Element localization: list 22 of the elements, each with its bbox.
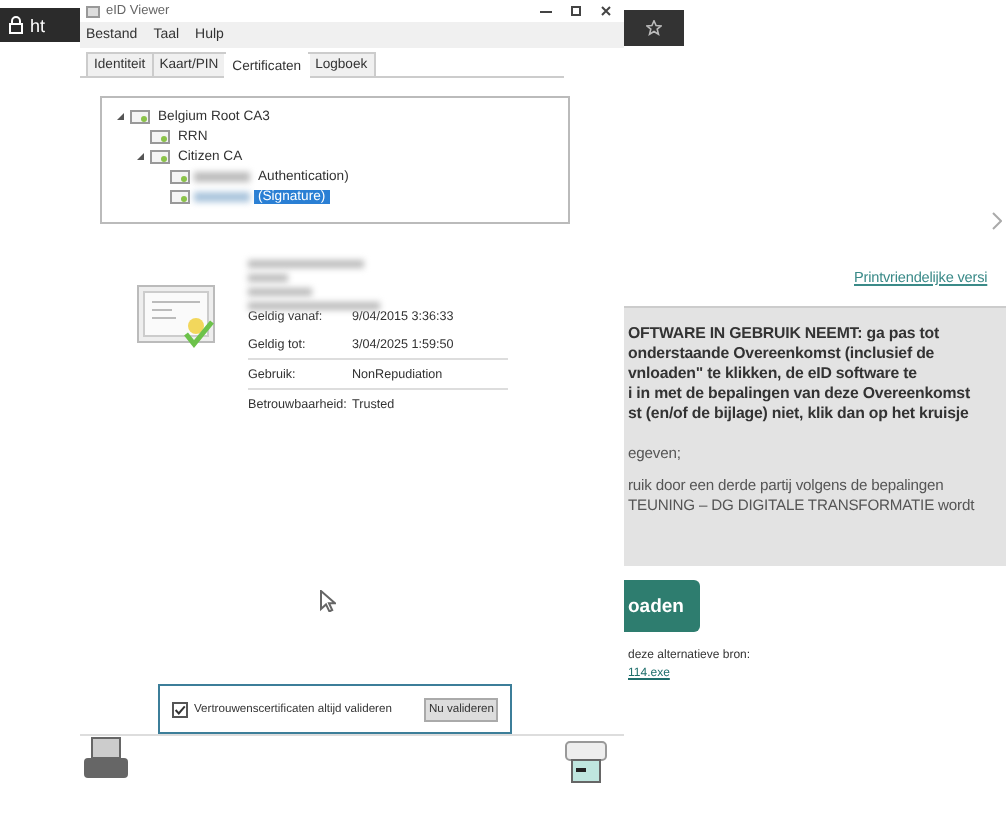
printer-icon[interactable] (560, 736, 612, 784)
printer-icon[interactable] (80, 736, 132, 784)
mouse-pointer-icon (320, 590, 336, 612)
bookmark-button[interactable] (624, 10, 684, 46)
certificate-icon (150, 129, 170, 143)
expanded-arrow-icon[interactable] (114, 110, 126, 122)
address-text: ht (30, 15, 46, 35)
redacted-name (194, 171, 250, 181)
star-icon (646, 20, 662, 36)
app-icon (86, 5, 100, 17)
lock-icon (8, 16, 24, 34)
expanded-arrow-icon[interactable] (134, 150, 146, 162)
redacted-text (248, 302, 380, 310)
checkbox[interactable] (172, 701, 188, 717)
redacted-name (194, 191, 250, 201)
address-bar[interactable]: ht (0, 8, 80, 42)
redacted-text (248, 260, 364, 268)
certificate-icon (170, 189, 190, 203)
certificate-icon (130, 109, 150, 123)
certificate-icon (150, 149, 170, 163)
download-button[interactable]: oaden (624, 580, 700, 632)
certificate-icon (170, 169, 190, 183)
